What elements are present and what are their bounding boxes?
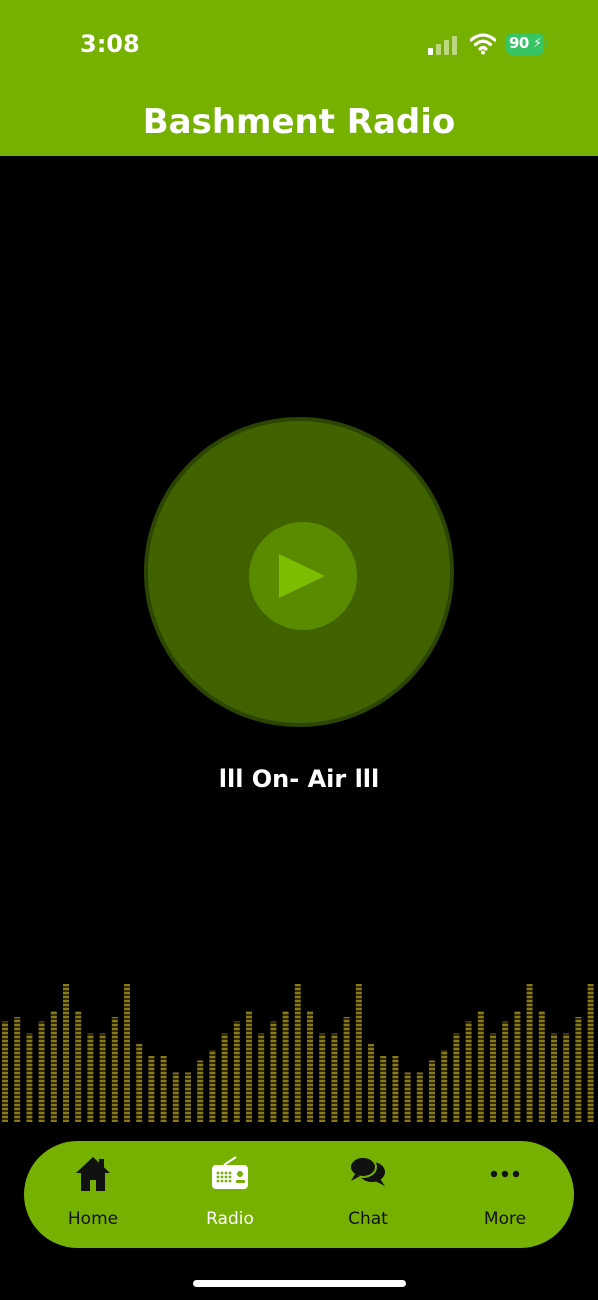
tab-bar: Home Radio Chat More: [24, 1141, 574, 1248]
app-header: 3:08 90 ⚡ Bashment Radio: [0, 0, 598, 156]
tab-radio-label: Radio: [206, 1209, 254, 1229]
equalizer-bar: [587, 984, 594, 1122]
equalizer-bar: [111, 1017, 118, 1122]
equalizer-bar: [294, 984, 301, 1122]
player-disc: [144, 417, 454, 727]
play-button[interactable]: [249, 522, 357, 630]
tab-chat[interactable]: Chat: [299, 1141, 437, 1248]
play-icon: [279, 554, 325, 598]
equalizer-bar: [63, 984, 69, 1122]
equalizer-bar: [355, 984, 362, 1122]
app-title: Bashment Radio: [142, 102, 456, 142]
tab-more[interactable]: More: [436, 1141, 574, 1248]
battery-level: 90: [509, 34, 529, 52]
wifi-icon: [470, 33, 496, 55]
equalizer-bar: [575, 1017, 582, 1122]
cellular-signal-icon: [428, 36, 457, 55]
equalizer-bar: [14, 1017, 21, 1122]
chat-icon: [349, 1156, 385, 1186]
tab-more-label: More: [483, 1209, 527, 1229]
equalizer-bar: [124, 984, 130, 1122]
equalizer-bar: [380, 1056, 387, 1122]
tab-radio[interactable]: Radio: [161, 1141, 299, 1248]
battery-indicator: 90 ⚡: [506, 33, 548, 55]
home-indicator: [193, 1280, 406, 1287]
tab-home[interactable]: Home: [24, 1141, 162, 1248]
equalizer-bar: [160, 1056, 167, 1122]
tab-home-label: Home: [67, 1209, 119, 1229]
home-icon: [76, 1157, 110, 1191]
tab-chat-label: Chat: [348, 1209, 388, 1229]
equalizer-bar: [526, 984, 533, 1122]
equalizer-bar: [148, 1056, 155, 1122]
more-icon: [490, 1170, 520, 1178]
equalizer-bar: [392, 1056, 399, 1122]
battery-cap: [545, 40, 548, 48]
equalizer-visualizer: [0, 962, 598, 1122]
status-time: 3:08: [80, 30, 140, 58]
radio-icon: [212, 1156, 248, 1189]
on-air-status: lll On- Air lll: [218, 765, 380, 793]
equalizer-bar: [343, 1017, 350, 1122]
charging-bolt-icon: ⚡: [533, 36, 543, 51]
